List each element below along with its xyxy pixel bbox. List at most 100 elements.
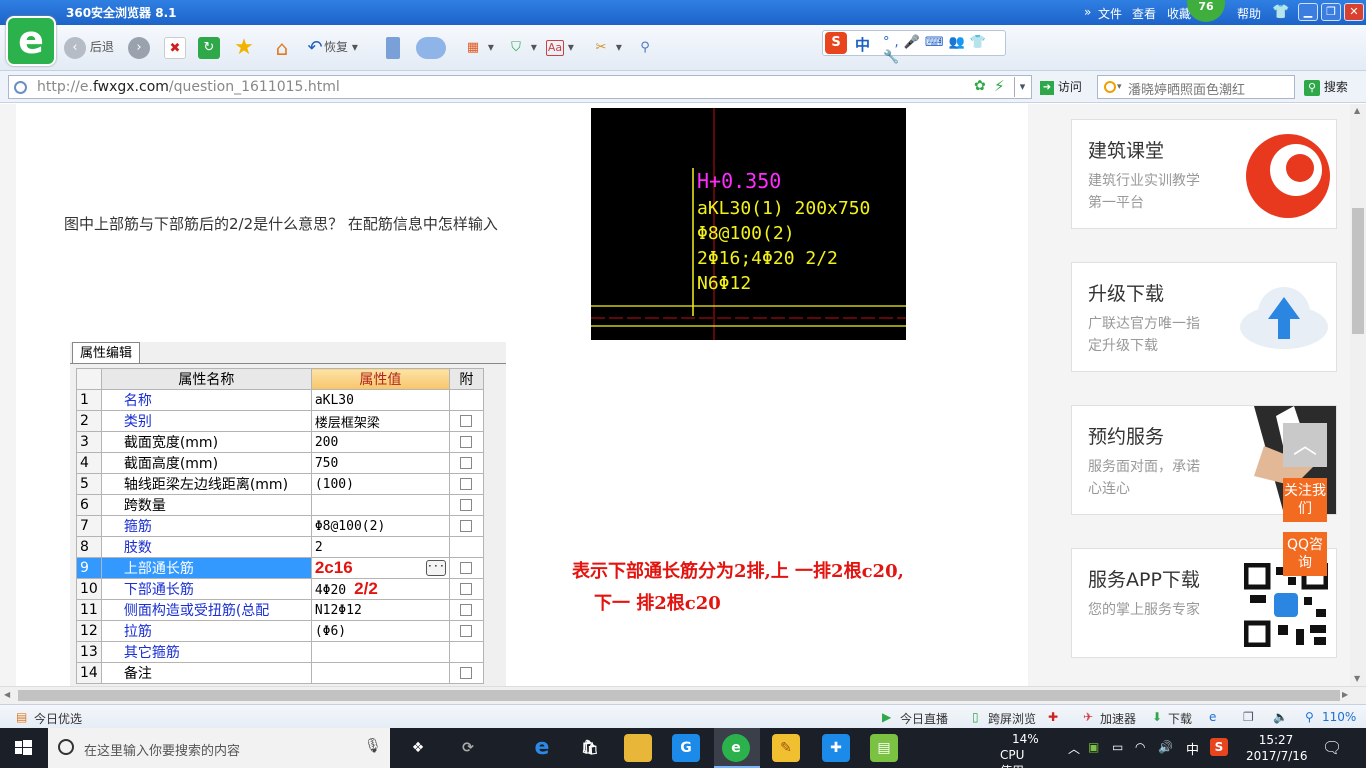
attach-checkbox[interactable] bbox=[460, 478, 473, 490]
scroll-left-icon[interactable]: ◀ bbox=[4, 690, 10, 699]
search-input[interactable]: ▾ 潘晓婷晒照面色潮红 bbox=[1097, 75, 1295, 99]
cpu-percent[interactable]: 14% bbox=[1012, 732, 1039, 746]
table-row[interactable]: 12 拉筋 (Φ6) bbox=[76, 620, 484, 642]
menu-chevron-icon[interactable]: » bbox=[1084, 5, 1091, 19]
table-row[interactable]: 11 侧面构造或受扭筋(总配 N12Φ12 bbox=[76, 599, 484, 621]
cloud-button[interactable] bbox=[416, 35, 446, 59]
property-value[interactable]: 楼层框架梁 bbox=[310, 410, 450, 432]
volume-icon[interactable]: 🔊 bbox=[1158, 740, 1173, 754]
attach-checkbox[interactable] bbox=[460, 583, 473, 595]
home-button[interactable]: ⌂ bbox=[271, 35, 293, 59]
wifi-icon[interactable]: ◠ bbox=[1135, 740, 1145, 754]
scroll-up-icon[interactable]: ▲ bbox=[1354, 106, 1360, 115]
back-to-top-button[interactable]: ︿ bbox=[1283, 423, 1327, 467]
property-value[interactable]: (Φ6) bbox=[310, 620, 450, 642]
property-value[interactable]: Φ8@100(2) bbox=[310, 515, 450, 537]
table-row[interactable]: 8 肢数 2 bbox=[76, 536, 484, 558]
engine-dropdown-icon[interactable]: ▾ bbox=[1117, 82, 1122, 92]
restore-button[interactable]: ↶恢复 ▾ bbox=[306, 35, 357, 59]
ie-icon[interactable]: e bbox=[1209, 710, 1216, 724]
ellipsis-button[interactable]: ··· bbox=[425, 560, 446, 576]
attach-checkbox[interactable] bbox=[460, 667, 473, 679]
table-row[interactable]: 10 下部通长筋 4Φ20 2/2 bbox=[76, 578, 484, 600]
table-row[interactable]: 2 类别 楼层框架梁 bbox=[76, 410, 484, 432]
shirt-icon[interactable]: 👕 bbox=[1272, 4, 1289, 20]
edge-icon[interactable]: e bbox=[528, 734, 556, 762]
sogou-ime-bar[interactable]: S 中 °,🎤⌨👥👕🔧 bbox=[822, 30, 1006, 65]
notification-icon[interactable]: 🗨 bbox=[1322, 738, 1342, 757]
property-value[interactable]: N12Φ12 bbox=[310, 599, 450, 621]
browser-logo[interactable]: e bbox=[6, 16, 56, 66]
favorites-button[interactable]: ★ bbox=[233, 35, 255, 59]
glodon-app-icon[interactable]: G bbox=[672, 734, 700, 762]
table-row[interactable]: 3 截面宽度(mm) 200 bbox=[76, 431, 484, 453]
window-icon[interactable]: ❐ bbox=[1243, 710, 1254, 724]
ime-tools-icon[interactable]: °,🎤⌨👥👕🔧 bbox=[883, 35, 1005, 65]
property-value[interactable] bbox=[310, 662, 450, 684]
translate-button[interactable]: Aa ▾ bbox=[546, 35, 574, 59]
menu-help[interactable]: 帮助 bbox=[1237, 5, 1261, 22]
clock[interactable]: 15:27 2017/7/16 bbox=[1246, 732, 1308, 764]
scroll-down-icon[interactable]: ▼ bbox=[1354, 674, 1360, 683]
back-button[interactable]: ‹ 后退 bbox=[64, 35, 114, 59]
forward-button[interactable]: › bbox=[128, 35, 150, 59]
search-button[interactable]: ⚲ 搜索 bbox=[1304, 78, 1348, 96]
attach-checkbox[interactable] bbox=[460, 625, 473, 637]
attach-checkbox[interactable] bbox=[460, 415, 473, 427]
property-editor-tab[interactable]: 属性编辑 bbox=[72, 342, 140, 364]
attach-checkbox[interactable] bbox=[460, 520, 473, 532]
property-value[interactable]: 750 bbox=[310, 452, 450, 474]
medkit-icon[interactable]: ✚ bbox=[1048, 710, 1058, 724]
follow-us-button[interactable]: 关注我们 bbox=[1283, 478, 1327, 522]
ime-indicator[interactable]: 中 bbox=[1186, 739, 1199, 758]
table-row[interactable]: 7 箍筋 Φ8@100(2) bbox=[76, 515, 484, 537]
compat-icon[interactable]: ✿ bbox=[974, 78, 986, 94]
property-value[interactable] bbox=[310, 641, 450, 663]
card-upgrade-download[interactable]: 升级下载 广联达官方唯一指定升级下载 bbox=[1071, 262, 1337, 372]
taskbar-search-input[interactable]: 在这里输入你要搜索的内容 🎙 bbox=[48, 728, 390, 768]
menu-view[interactable]: 查看 bbox=[1132, 5, 1156, 22]
tray-expand-icon[interactable]: ︿ bbox=[1068, 740, 1080, 757]
horizontal-scroll-thumb[interactable] bbox=[18, 690, 1340, 701]
start-button[interactable] bbox=[0, 728, 48, 768]
ime-mode[interactable]: 中 bbox=[855, 34, 870, 55]
attach-checkbox[interactable] bbox=[460, 436, 473, 448]
minimize-button[interactable]: ▁ bbox=[1298, 3, 1318, 21]
property-value[interactable]: 4Φ20 2/2 bbox=[310, 578, 450, 600]
property-value[interactable] bbox=[310, 494, 450, 516]
nvidia-icon[interactable]: ▣ bbox=[1088, 740, 1099, 754]
refresh-button[interactable]: ↻ bbox=[198, 35, 220, 59]
attach-checkbox[interactable] bbox=[460, 562, 473, 574]
horizontal-scrollbar[interactable]: ◀ ▶ bbox=[0, 686, 1366, 704]
visit-button[interactable]: ➜ 访问 bbox=[1040, 78, 1082, 95]
security-button[interactable]: ⛉ ▾ bbox=[505, 35, 537, 59]
qq-consult-button[interactable]: QQ咨询 bbox=[1283, 532, 1327, 576]
property-value[interactable]: 200 bbox=[310, 431, 450, 453]
url-field[interactable]: http://e.fwxgx.com/question_1611015.html… bbox=[8, 75, 1032, 99]
vertical-scroll-thumb[interactable] bbox=[1352, 208, 1364, 334]
table-row[interactable]: 9 上部通长筋 2c16 ··· bbox=[76, 557, 484, 579]
download-link[interactable]: 下载 bbox=[1168, 710, 1192, 727]
screenshot-button[interactable]: ✂ ▾ bbox=[590, 35, 622, 59]
speed-mode-icon[interactable]: ⚡ bbox=[994, 77, 1005, 95]
task-view-icon[interactable]: ❖ bbox=[404, 734, 432, 762]
search-engine-icon[interactable] bbox=[1104, 81, 1116, 93]
volume-icon[interactable]: 🔈 bbox=[1273, 710, 1288, 724]
scroll-right-icon[interactable]: ▶ bbox=[1342, 690, 1348, 699]
accelerator-link[interactable]: 加速器 bbox=[1100, 710, 1136, 727]
calendar-app-icon[interactable]: ▤ bbox=[870, 734, 898, 762]
today-live-link[interactable]: 今日直播 bbox=[900, 710, 948, 727]
plus-app-icon[interactable]: ✚ bbox=[822, 734, 850, 762]
maximize-button[interactable]: ❐ bbox=[1321, 3, 1341, 21]
score-badge[interactable]: 76 bbox=[1187, 0, 1225, 22]
zoom-button[interactable]: ⚲ bbox=[634, 35, 656, 59]
table-row[interactable]: 4 截面高度(mm) 750 bbox=[76, 452, 484, 474]
notes-app-icon[interactable]: ✎ bbox=[772, 734, 800, 762]
table-row[interactable]: 1 名称 aKL30 bbox=[76, 389, 484, 411]
stop-button[interactable]: ✖ bbox=[164, 35, 186, 59]
app-swirl-icon[interactable]: ⟳ bbox=[454, 734, 482, 762]
360-browser-icon[interactable]: e bbox=[722, 734, 750, 762]
card-building-class[interactable]: 建筑课堂 建筑行业实训教学第一平台 bbox=[1071, 119, 1337, 229]
store-icon[interactable]: 🛍 bbox=[576, 734, 604, 762]
mobile-button[interactable] bbox=[386, 35, 400, 59]
